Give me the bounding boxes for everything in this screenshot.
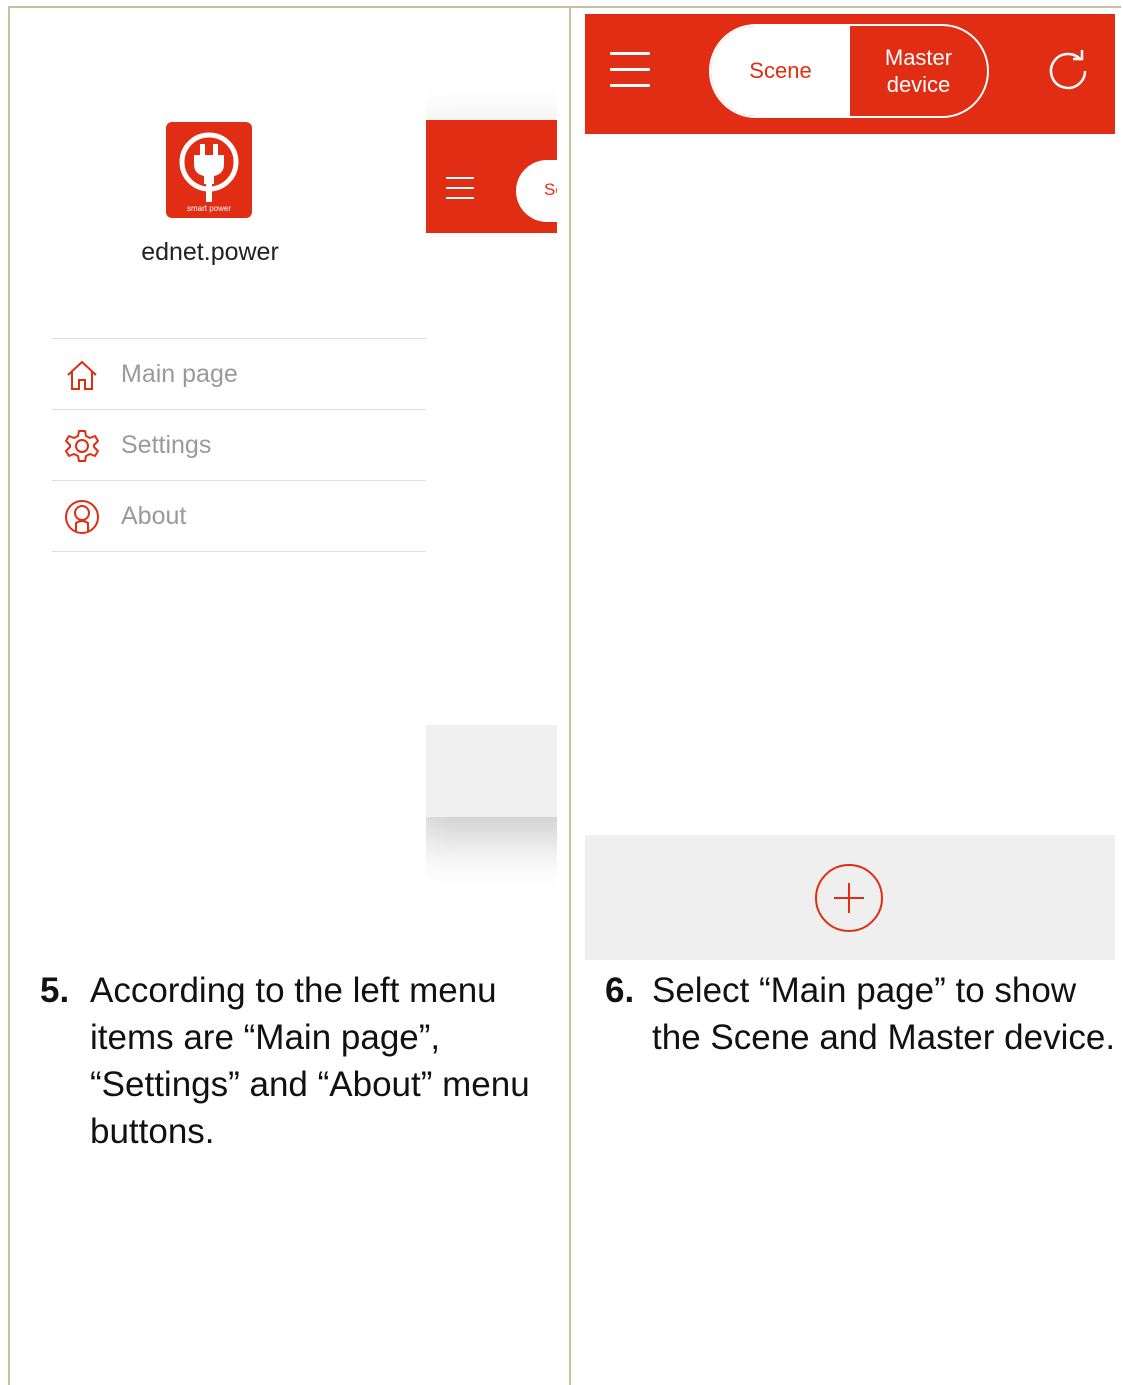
app-logo: smart power (166, 122, 252, 218)
background-app-footer (426, 725, 557, 817)
plus-icon[interactable] (814, 862, 884, 934)
menu-item-settings[interactable]: Settings (52, 409, 426, 480)
drawer-menu: Main page Settings About (52, 338, 426, 552)
tab-scene-label: Scene (749, 58, 812, 83)
plug-icon (179, 132, 239, 202)
menu-item-label: Main page (121, 360, 238, 388)
refresh-icon[interactable] (1045, 48, 1091, 94)
home-icon (67, 360, 97, 390)
tab-scene[interactable]: Scene (711, 26, 850, 116)
step-number: 5. (40, 971, 70, 1010)
app-name: ednet.power (141, 238, 279, 266)
background-scene-tab[interactable]: Sc (516, 160, 557, 222)
tab-master-device-label: Master device (884, 45, 953, 97)
step-text: Select “Main page” to show the Scene and… (652, 971, 1116, 1057)
user-icon (65, 500, 99, 534)
bottom-bar (585, 835, 1115, 960)
tab-master-device[interactable]: Master device (850, 26, 987, 116)
background-app-panel: Sc (426, 120, 557, 817)
right-screenshot: Scene Master device (585, 14, 1115, 960)
navigation-drawer: smart power ednet.power Main page Settin… (10, 8, 426, 898)
step-number: 6. (605, 971, 635, 1010)
left-screenshot: Sc smart power ednet.power Main page (10, 8, 557, 898)
background-app-bar: Sc (426, 120, 557, 233)
column-divider (569, 6, 571, 1385)
scene-master-toggle: Scene Master device (709, 24, 989, 118)
gear-icon (65, 430, 99, 462)
step-text: According to the left menu items are “Ma… (90, 971, 530, 1151)
menu-item-label: About (121, 502, 187, 530)
logo-caption: smart power (186, 204, 231, 213)
background-scene-tab-label: Sc (544, 180, 557, 199)
app-bar: Scene Master device (585, 14, 1115, 134)
menu-icon[interactable] (446, 177, 474, 199)
menu-icon[interactable] (610, 52, 650, 88)
menu-item-label: Settings (121, 431, 212, 459)
menu-item-main-page[interactable]: Main page (52, 338, 426, 409)
menu-item-about[interactable]: About (52, 480, 426, 552)
